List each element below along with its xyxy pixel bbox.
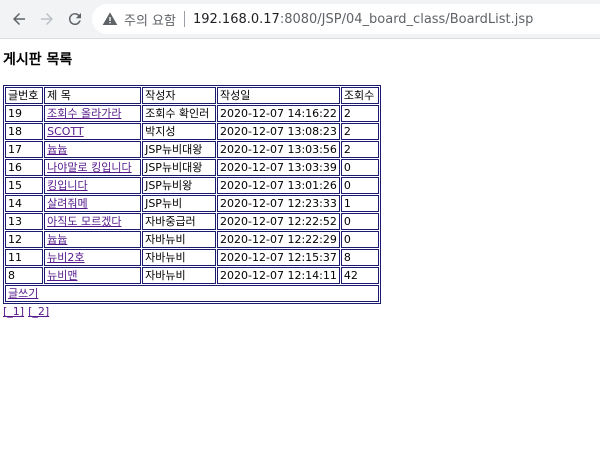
row-date-cell: 2020-12-07 12:22:52	[217, 213, 340, 230]
row-date-cell: 2020-12-07 13:03:56	[217, 141, 340, 158]
post-title-link[interactable]: 아직도 모르겠다	[47, 215, 121, 228]
post-title-link[interactable]: 살려줘메	[47, 197, 87, 210]
row-author-cell: JSP뉴비대왕	[142, 141, 217, 158]
row-date-cell: 2020-12-07 12:22:29	[217, 231, 340, 248]
row-date-cell: 2020-12-07 12:23:33	[217, 195, 340, 212]
col-header-title: 제 목	[44, 87, 142, 104]
col-header-date: 작성일	[217, 87, 340, 104]
table-header-row: 글번호 제 목 작성자 작성일 조회수	[5, 87, 379, 104]
row-title-cell: 조회수 올라가라	[44, 105, 142, 122]
row-views-cell: 0	[340, 177, 379, 194]
row-date-cell: 2020-12-07 13:01:26	[217, 177, 340, 194]
row-author-cell: 조회수 확인러	[142, 105, 217, 122]
url-path: :8080/JSP/04_board_class/BoardList.jsp	[279, 11, 534, 27]
row-title-cell: 늅늅	[44, 141, 142, 158]
browser-toolbar: 주의 요함 192.168.0.17:8080/JSP/04_board_cla…	[0, 0, 600, 39]
page-title: 게시판 목록	[3, 52, 73, 68]
row-num-cell: 14	[5, 195, 44, 212]
row-views-cell: 0	[340, 231, 379, 248]
row-views-cell: 42	[340, 267, 379, 284]
post-title-link[interactable]: 나야말로 킹입니다	[47, 161, 131, 174]
page-content: 게시판 목록 글번호 제 목 작성자 작성일 조회수 19 조회수 올라가라 조회수…	[3, 52, 381, 318]
col-header-num: 글번호	[5, 87, 44, 104]
arrow-left-icon	[13, 13, 25, 25]
row-views-cell: 8	[340, 249, 379, 266]
url-text[interactable]: 192.168.0.17:8080/JSP/04_board_class/Boa…	[193, 12, 533, 27]
table-row: 15 킹입니다 JSP뉴비왕 2020-12-07 13:01:26 0	[5, 177, 379, 194]
row-date-cell: 2020-12-07 12:14:11	[217, 267, 340, 284]
post-title-link[interactable]: 늅늅	[47, 233, 67, 246]
row-author-cell: 자바뉴비	[142, 231, 217, 248]
post-title-link[interactable]: 뉴비맨	[47, 269, 77, 282]
col-header-views: 조회수	[340, 87, 379, 104]
row-title-cell: 뉴비2호	[44, 249, 142, 266]
table-row: 11 뉴비2호 자바뉴비 2020-12-07 12:15:37 8	[5, 249, 379, 266]
pagination: [_1] [_2]	[3, 305, 381, 318]
row-views-cell: 2	[340, 141, 379, 158]
warning-icon[interactable]	[102, 11, 118, 27]
row-date-cell: 2020-12-07 14:16:22	[217, 105, 340, 122]
address-bar[interactable]: 주의 요함 192.168.0.17:8080/JSP/04_board_cla…	[92, 4, 600, 34]
table-row: 19 조회수 올라가라 조회수 확인러 2020-12-07 14:16:22 2	[5, 105, 379, 122]
col-header-author: 작성자	[142, 87, 217, 104]
table-row: 14 살려줘메 JSP뉴비 2020-12-07 12:23:33 1	[5, 195, 379, 212]
write-cell: 글쓰기	[5, 285, 379, 302]
row-num-cell: 19	[5, 105, 44, 122]
url-host: 192.168.0.17	[192, 11, 280, 27]
table-row: 17 늅늅 JSP뉴비대왕 2020-12-07 13:03:56 2	[5, 141, 379, 158]
row-author-cell: JSP뉴비왕	[142, 177, 217, 194]
row-author-cell: 박지성	[142, 123, 217, 140]
row-num-cell: 13	[5, 213, 44, 230]
row-views-cell: 2	[340, 123, 379, 140]
row-author-cell: JSP뉴비대왕	[142, 159, 217, 176]
row-author-cell: 자바뉴비	[142, 249, 217, 266]
table-row: 18 SCOTT 박지성 2020-12-07 13:08:23 2	[5, 123, 379, 140]
row-author-cell: 자바뉴비	[142, 267, 217, 284]
table-row: 13 아직도 모르겠다 자바중급러 2020-12-07 12:22:52 0	[5, 213, 379, 230]
row-title-cell: 살려줘메	[44, 195, 142, 212]
post-title-link[interactable]: 조회수 올라가라	[47, 107, 121, 120]
page-link-2[interactable]: [_2]	[28, 305, 49, 318]
post-title-link[interactable]: 킹입니다	[47, 179, 87, 192]
row-views-cell: 0	[340, 159, 379, 176]
table-row: 16 나야말로 킹입니다 JSP뉴비대왕 2020-12-07 13:03:39 0	[5, 159, 379, 176]
row-num-cell: 15	[5, 177, 44, 194]
row-title-cell: 아직도 모르겠다	[44, 213, 142, 230]
reload-button[interactable]	[64, 8, 86, 30]
row-views-cell: 0	[340, 213, 379, 230]
row-title-cell: 킹입니다	[44, 177, 142, 194]
row-views-cell: 2	[340, 105, 379, 122]
row-title-cell: 늅늅	[44, 231, 142, 248]
row-date-cell: 2020-12-07 13:03:39	[217, 159, 340, 176]
row-views-cell: 1	[340, 195, 379, 212]
forward-button[interactable]	[36, 8, 58, 30]
reload-icon	[68, 13, 81, 26]
row-num-cell: 8	[5, 267, 44, 284]
security-label[interactable]: 주의 요함	[124, 10, 176, 29]
row-author-cell: 자바중급러	[142, 213, 217, 230]
post-title-link[interactable]: SCOTT	[47, 125, 84, 138]
post-title-link[interactable]: 뉴비2호	[47, 251, 84, 264]
page-link-1[interactable]: [_1]	[3, 305, 24, 318]
board-table: 글번호 제 목 작성자 작성일 조회수 19 조회수 올라가라 조회수 확인러 202…	[3, 85, 381, 304]
write-row: 글쓰기	[5, 285, 379, 302]
row-title-cell: 나야말로 킹입니다	[44, 159, 142, 176]
arrow-right-icon	[41, 13, 53, 25]
separator	[183, 11, 185, 27]
write-link[interactable]: 글쓰기	[8, 287, 38, 300]
row-date-cell: 2020-12-07 13:08:23	[217, 123, 340, 140]
row-num-cell: 18	[5, 123, 44, 140]
row-num-cell: 16	[5, 159, 44, 176]
back-button[interactable]	[8, 8, 30, 30]
row-num-cell: 12	[5, 231, 44, 248]
table-row: 12 늅늅 자바뉴비 2020-12-07 12:22:29 0	[5, 231, 379, 248]
row-num-cell: 11	[5, 249, 44, 266]
row-num-cell: 17	[5, 141, 44, 158]
table-row: 8 뉴비맨 자바뉴비 2020-12-07 12:14:11 42	[5, 267, 379, 284]
row-author-cell: JSP뉴비	[142, 195, 217, 212]
row-title-cell: SCOTT	[44, 123, 142, 140]
row-title-cell: 뉴비맨	[44, 267, 142, 284]
post-title-link[interactable]: 늅늅	[47, 143, 67, 156]
row-date-cell: 2020-12-07 12:15:37	[217, 249, 340, 266]
